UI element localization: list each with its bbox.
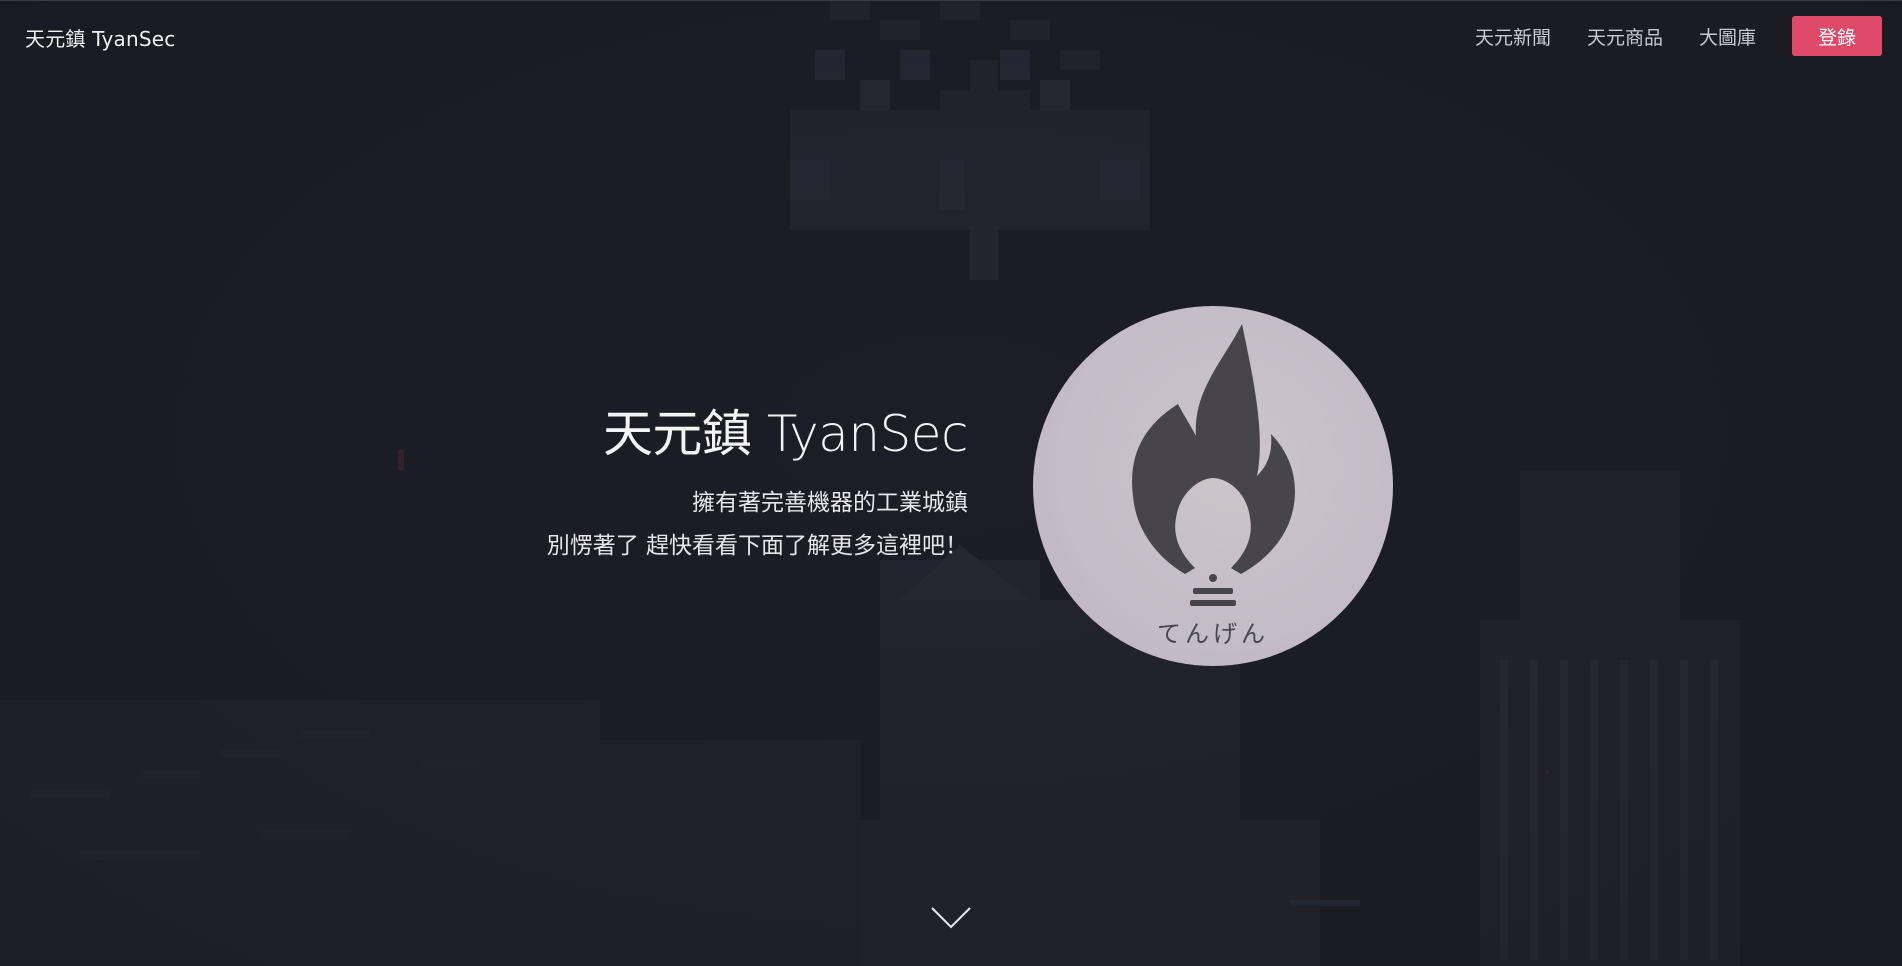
chevron-down-icon[interactable] [930, 905, 972, 931]
hero-subtitle-line-1: 擁有著完善機器的工業城鎮 [692, 490, 968, 516]
brand-link[interactable]: 天元鎮 TyanSec [25, 23, 175, 52]
login-button[interactable]: 登錄 [1792, 16, 1882, 56]
page: 天元鎮 TyanSec 天元新聞 天元商品 大圖庫 登錄 天元鎮 TyanSec… [0, 0, 1902, 966]
nav-link-gallery[interactable]: 大圖庫 [1699, 23, 1756, 50]
nav-menu: 天元新聞 天元商品 大圖庫 登錄 [1475, 16, 1882, 56]
hero-title: 天元鎮 TyanSec [602, 405, 969, 463]
nav-link-products[interactable]: 天元商品 [1587, 23, 1663, 50]
hero-subtitle: 擁有著完善機器的工業城鎮 別愣著了 趕快看看下面了解更多這裡吧！ [547, 482, 968, 568]
flame-bulb-logo-icon [1132, 324, 1295, 606]
top-navbar: 天元鎮 TyanSec 天元新聞 天元商品 大圖庫 登錄 [0, 0, 1902, 70]
logo-caption: てんげん [1157, 620, 1269, 648]
hero-subtitle-line-2: 別愣著了 趕快看看下面了解更多這裡吧！ [546, 533, 968, 559]
town-logo: てんげん [1033, 306, 1393, 666]
hero-text-block: 天元鎮 TyanSec 擁有著完善機器的工業城鎮 別愣著了 趕快看看下面了解更多… [547, 402, 969, 568]
nav-link-news[interactable]: 天元新聞 [1475, 23, 1551, 50]
